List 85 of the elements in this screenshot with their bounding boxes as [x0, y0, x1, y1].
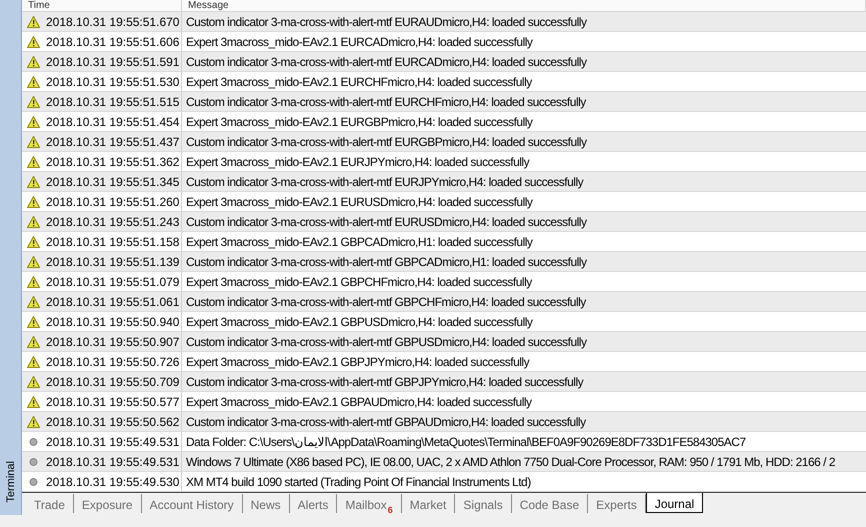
warning-icon	[27, 296, 40, 308]
message-cell: Expert 3macross_mido-EAv2.1 GBPCADmicro,H1: loaded successfully	[186, 234, 532, 248]
tab[interactable]: Trade	[26, 494, 74, 513]
message-cell: Expert 3macross_mido-EAv2.1 EURUSDmicro,H4: loaded successfully	[186, 194, 532, 208]
message-cell: Expert 3macross_mido-EAv2.1 GBPUSDmicro,H4: loaded successfully	[186, 314, 532, 328]
warning-icon	[27, 256, 40, 268]
time-cell: 2018.10.31 19:55:51.437	[46, 134, 180, 148]
dot-icon	[27, 476, 40, 488]
column-header[interactable]: Message	[182, 0, 866, 11]
count-label: 6	[388, 505, 393, 515]
warning-icon	[27, 76, 40, 88]
message-cell: Custom indicator 3-ma-cross-with-alert-mtf EURUSDmicro,H4: loaded successfully	[186, 214, 586, 228]
message-cell: Expert 3macross_mido-EAv2.1 GBPCHFmicro,H4: loaded successfully	[186, 274, 532, 288]
warning-icon	[27, 356, 40, 368]
warning-icon	[27, 116, 40, 128]
time-cell: 2018.10.31 19:55:49.531	[46, 434, 180, 448]
time-cell: 2018.10.31 19:55:50.726	[46, 354, 180, 368]
time-cell: 2018.10.31 19:55:51.670	[46, 14, 180, 28]
message-cell: Custom indicator 3-ma-cross-with-alert-mtf GBPAUDmicro,H4: loaded successfully	[186, 414, 586, 428]
warning-icon	[27, 176, 40, 188]
time-cell: 2018.10.31 19:55:51.530	[46, 74, 180, 88]
time-cell: 2018.10.31 19:55:51.061	[46, 294, 180, 308]
warning-icon	[27, 376, 40, 388]
warning-icon	[27, 136, 40, 148]
time-cell: 2018.10.31 19:55:49.531	[46, 454, 180, 468]
message-cell: Data Folder: C:\Users\الايمان\AppData\Roaming\MetaQuotes\Terminal\BEF0A9F90269E8DF733D1FE584305AC7	[186, 434, 746, 448]
warning-icon	[27, 416, 40, 428]
time-cell: 2018.10.31 19:55:51.591	[46, 54, 180, 68]
message-cell: Custom indicator 3-ma-cross-with-alert-mtf GBPJPYmicro,H4: loaded successfully	[186, 374, 584, 388]
warning-icon	[27, 196, 40, 208]
time-cell: 2018.10.31 19:55:50.907	[46, 334, 180, 348]
time-cell: 2018.10.31 19:55:51.606	[46, 34, 180, 48]
time-cell: 2018.10.31 19:55:51.260	[46, 194, 180, 208]
warning-icon	[27, 276, 40, 288]
message-cell: Custom indicator 3-ma-cross-with-alert-mtf EURJPYmicro,H4: loaded successfully	[186, 174, 584, 188]
message-cell: Expert 3macross_mido-EAv2.1 GBPJPYmicro,H4: loaded successfully	[186, 354, 530, 368]
warning-icon	[27, 236, 40, 248]
message-cell: Expert 3macross_mido-EAv2.1 GBPAUDmicro,H4: loaded successfully	[186, 394, 532, 408]
warning-icon	[27, 316, 40, 328]
tab[interactable]: Code Base	[512, 494, 588, 513]
warning-icon	[27, 396, 40, 408]
time-cell: 2018.10.31 19:55:50.577	[46, 394, 180, 408]
message-cell: Custom indicator 3-ma-cross-with-alert-mtf EURCHFmicro,H4: loaded successfully	[186, 94, 586, 108]
dot-icon	[27, 436, 40, 448]
time-cell: 2018.10.31 19:55:51.079	[46, 274, 180, 288]
message-cell: Expert 3macross_mido-EAv2.1 EURCADmicro,H4: loaded successfully	[186, 34, 532, 48]
tab[interactable]: News	[242, 494, 290, 513]
warning-icon	[27, 16, 40, 28]
message-cell: Custom indicator 3-ma-cross-with-alert-mtf GBPCHFmicro,H4: loaded successfully	[186, 294, 586, 308]
message-cell: Expert 3macross_mido-EAv2.1 EURJPYmicro,H4: loaded successfully	[186, 154, 530, 168]
time-cell: 2018.10.31 19:55:51.515	[46, 94, 180, 108]
tab[interactable]: Exposure	[74, 494, 142, 513]
time-cell: 2018.10.31 19:55:51.158	[46, 234, 180, 248]
warning-icon	[27, 36, 40, 48]
warning-icon	[27, 336, 40, 348]
tab[interactable]: Market	[402, 494, 456, 513]
time-cell: 2018.10.31 19:55:50.562	[46, 414, 180, 428]
time-cell: 2018.10.31 19:55:49.530	[46, 474, 180, 488]
time-cell: 2018.10.31 19:55:51.345	[46, 174, 180, 188]
time-cell: 2018.10.31 19:55:51.139	[46, 254, 180, 268]
warning-icon	[27, 56, 40, 68]
message-cell: Custom indicator 3-ma-cross-with-alert-mtf EURGBPmicro,H4: loaded successfully	[186, 134, 586, 148]
dot-icon	[27, 456, 40, 468]
warning-icon	[27, 156, 40, 168]
tab[interactable]: Journal	[646, 493, 704, 513]
message-cell: Custom indicator 3-ma-cross-with-alert-mtf EURAUDmicro,H4: loaded successfully	[186, 14, 586, 28]
message-cell: Custom indicator 3-ma-cross-with-alert-mtf GBPUSDmicro,H4: loaded successfully	[186, 334, 586, 348]
warning-icon	[27, 216, 40, 228]
side-label: Terminal	[4, 461, 18, 503]
time-cell: 2018.10.31 19:55:50.940	[46, 314, 180, 328]
time-cell: 2018.10.31 19:55:51.362	[46, 154, 180, 168]
time-cell: 2018.10.31 19:55:51.243	[46, 214, 180, 228]
message-cell: Custom indicator 3-ma-cross-with-alert-mtf EURCADmicro,H4: loaded successfully	[186, 54, 586, 68]
tab[interactable]: Signals	[455, 494, 512, 513]
tab[interactable]: Alerts	[290, 494, 338, 513]
message-cell: Expert 3macross_mido-EAv2.1 EURGBPmicro,H4: loaded successfully	[186, 114, 532, 128]
column-header[interactable]: Time	[22, 0, 182, 11]
message-cell: Custom indicator 3-ma-cross-with-alert-mtf GBPCADmicro,H1: loaded successfully	[186, 254, 586, 268]
time-cell: 2018.10.31 19:55:50.709	[46, 374, 180, 388]
warning-icon	[27, 96, 40, 108]
message-cell: Expert 3macross_mido-EAv2.1 EURCHFmicro,H4: loaded successfully	[186, 74, 532, 88]
tab[interactable]: Account History	[142, 494, 243, 513]
time-cell: 2018.10.31 19:55:51.454	[46, 114, 180, 128]
message-cell: XM MT4 build 1090 started (Trading Point Of Financial Instruments Ltd)	[186, 474, 531, 488]
message-cell: Windows 7 Ultimate (X86 based PC), IE 08.00, UAC, 2 x AMD Athlon 7750 Dual-Core Processor, RAM: 950 / 1791 Mb, HDD: 2166 / 2	[186, 454, 835, 468]
